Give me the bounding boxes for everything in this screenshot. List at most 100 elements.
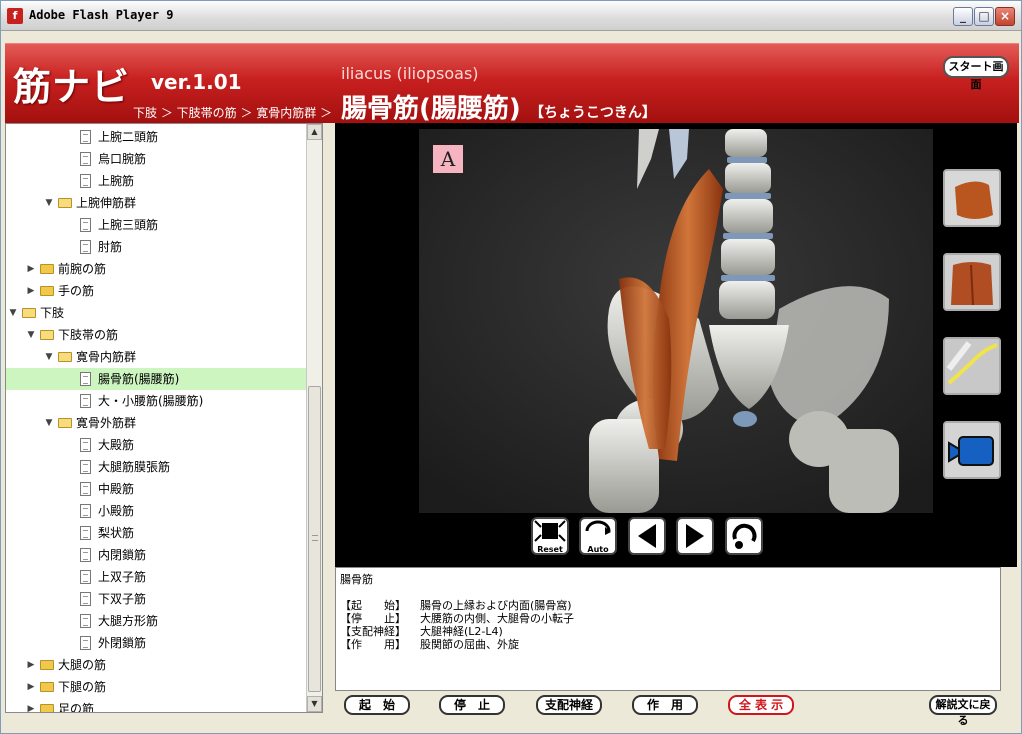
description-title: 腸骨筋 <box>340 573 373 586</box>
folder-open-icon <box>58 352 72 362</box>
folder-open-icon <box>22 308 36 318</box>
anatomy-stage[interactable]: A <box>419 129 933 513</box>
tree-scrollbar[interactable]: ▲ ▼ <box>306 124 322 712</box>
expand-right-icon[interactable]: ▶ <box>26 676 36 698</box>
expand-down-icon[interactable]: ▼ <box>44 192 54 214</box>
tree-item-muscle[interactable]: 中殿筋 <box>6 478 306 500</box>
tree-item-group[interactable]: ▶ 大腿の筋 <box>6 654 306 676</box>
video-camera-icon <box>945 423 999 477</box>
muscle-title: 腸骨筋(腸腰筋) 【ちょうこつきん】 <box>341 88 656 125</box>
document-icon <box>80 394 91 408</box>
tree-item-group[interactable]: ▼ 寛骨内筋群 <box>6 346 306 368</box>
tree-item-label: 手の筋 <box>58 284 95 298</box>
action-button[interactable]: 作 用 <box>632 695 698 715</box>
rotate-left-button[interactable] <box>628 517 666 555</box>
tree-item-muscle[interactable]: 大腿方形筋 <box>6 610 306 632</box>
expand-right-icon[interactable]: ▶ <box>26 698 36 712</box>
reset-button[interactable]: Reset <box>531 517 569 555</box>
minimize-button[interactable]: _ <box>953 7 973 26</box>
document-icon <box>80 570 91 584</box>
video-view-thumbnail[interactable] <box>943 421 1001 479</box>
tree-item-muscle[interactable]: 大腿筋膜張筋 <box>6 456 306 478</box>
tree-item-muscle[interactable]: 烏口腕筋 <box>6 148 306 170</box>
tree-item-label: 上腕筋 <box>98 174 135 188</box>
back-to-description-button[interactable]: 解説文に戻る <box>929 695 997 727</box>
tree-item-muscle[interactable]: 外閉鎖筋 <box>6 632 306 654</box>
expand-down-icon[interactable]: ▼ <box>26 324 36 346</box>
title-bar[interactable]: f Adobe Flash Player 9 _ □ × <box>1 1 1021 31</box>
tree-item-label: 腸骨筋(腸腰筋) <box>98 372 180 386</box>
tree-item-label: 外閉鎖筋 <box>98 636 147 650</box>
tree-item-group[interactable]: ▼ 寛骨外筋群 <box>6 412 306 434</box>
expand-down-icon[interactable]: ▼ <box>44 412 54 434</box>
tree-item-group[interactable]: ▶ 足の筋 <box>6 698 306 712</box>
tree-item-muscle[interactable]: 小殿筋 <box>6 500 306 522</box>
tree-item-group[interactable]: ▶ 手の筋 <box>6 280 306 302</box>
scroll-up-arrow[interactable]: ▲ <box>307 124 322 140</box>
document-icon <box>80 592 91 606</box>
tree-item-label: 上腕三頭筋 <box>98 218 159 232</box>
tree-item-muscle[interactable]: 肘筋 <box>6 236 306 258</box>
expand-down-icon[interactable]: ▼ <box>44 346 54 368</box>
expand-right-icon[interactable]: ▶ <box>26 654 36 676</box>
rotate-view-button[interactable] <box>725 517 763 555</box>
tree-item-label: 内閉鎖筋 <box>98 548 147 562</box>
tree-item-label: 下肢 <box>40 306 65 320</box>
scroll-thumb[interactable] <box>308 386 321 692</box>
muscle-thumbnail-icon <box>945 171 999 225</box>
document-icon <box>80 636 91 650</box>
insertion-button[interactable]: 停 止 <box>439 695 505 715</box>
tree-item-group[interactable]: ▶ 下腿の筋 <box>6 676 306 698</box>
document-icon <box>80 614 91 628</box>
header: 筋ナビ ver.1.01 下肢 ＞ 下肢帯の筋 ＞ 寛骨内筋群 ＞ iliacu… <box>5 43 1019 125</box>
scroll-down-arrow[interactable]: ▼ <box>307 696 322 712</box>
tree-item-muscle[interactable]: 大・小腰筋(腸腰筋) <box>6 390 306 412</box>
tree-item-muscle[interactable]: 腸骨筋(腸腰筋) <box>6 368 306 390</box>
start-screen-button[interactable]: スタート画面 <box>943 56 1009 91</box>
document-icon <box>80 438 91 452</box>
expand-right-icon[interactable]: ▶ <box>26 280 36 302</box>
document-icon <box>80 504 91 518</box>
tree-item-muscle[interactable]: 内閉鎖筋 <box>6 544 306 566</box>
muscle-name: 腸骨筋(腸腰筋) <box>341 94 521 124</box>
close-button[interactable]: × <box>995 7 1015 26</box>
tree-item-group[interactable]: ▼ 上腕伸筋群 <box>6 192 306 214</box>
tree-item-muscle[interactable]: 下双子筋 <box>6 588 306 610</box>
torso-view-thumbnail[interactable] <box>943 253 1001 311</box>
tree-item-label: 大腿方形筋 <box>98 614 159 628</box>
tree-item-label: 上双子筋 <box>98 570 147 584</box>
tree-item-label: 大殿筋 <box>98 438 135 452</box>
tree-item-muscle[interactable]: 上腕二頭筋 <box>6 126 306 148</box>
nerve-button[interactable]: 支配神経 <box>536 695 602 715</box>
tree-item-label: 小殿筋 <box>98 504 135 518</box>
expand-right-icon[interactable]: ▶ <box>26 258 36 280</box>
tree-item-label: 下肢帯の筋 <box>58 328 119 342</box>
folder-open-icon <box>40 330 54 340</box>
tree-item-muscle[interactable]: 梨状筋 <box>6 522 306 544</box>
muscle-tree[interactable]: ▶ 足の筋 ▶ 下腿の筋 ▶ 大腿の筋 外閉鎖筋 大腿方形筋 下双子筋 上双子筋 内閉鎖筋 梨状筋 小殿… <box>5 123 323 713</box>
tree-item-group[interactable]: ▶ 前腕の筋 <box>6 258 306 280</box>
show-all-button[interactable]: 全 表 示 <box>728 695 794 715</box>
tree-item-group[interactable]: ▼ 下肢帯の筋 <box>6 324 306 346</box>
latin-name: iliacus (iliopsoas) <box>341 64 479 83</box>
origin-button[interactable]: 起 始 <box>344 695 410 715</box>
origin-row: 【起 始】 腸骨の上縁および内面(腸骨窩) <box>340 599 572 612</box>
tree-item-muscle[interactable]: 上双子筋 <box>6 566 306 588</box>
tree-item-muscle[interactable]: 上腕筋 <box>6 170 306 192</box>
window-title: Adobe Flash Player 9 <box>29 8 174 22</box>
tree-item-group[interactable]: ▼ 下肢 <box>6 302 306 324</box>
maximize-button[interactable]: □ <box>974 7 994 26</box>
folder-open-icon <box>58 418 72 428</box>
nerve-view-thumbnail[interactable] <box>943 337 1001 395</box>
tree-item-muscle[interactable]: 上腕三頭筋 <box>6 214 306 236</box>
bottom-toolbar: 起 始 停 止 支配神経 作 用 全 表 示 解説文に戻る <box>335 693 1017 727</box>
document-icon <box>80 174 91 188</box>
expand-down-icon[interactable]: ▼ <box>8 302 18 324</box>
tree-item-label: 寛骨内筋群 <box>76 350 137 364</box>
muscle-view-thumbnail[interactable] <box>943 169 1001 227</box>
folder-icon <box>40 660 54 670</box>
rotate-right-button[interactable] <box>676 517 714 555</box>
tree-item-muscle[interactable]: 大殿筋 <box>6 434 306 456</box>
folder-icon <box>40 264 54 274</box>
auto-rotate-button[interactable]: Auto <box>579 517 617 555</box>
